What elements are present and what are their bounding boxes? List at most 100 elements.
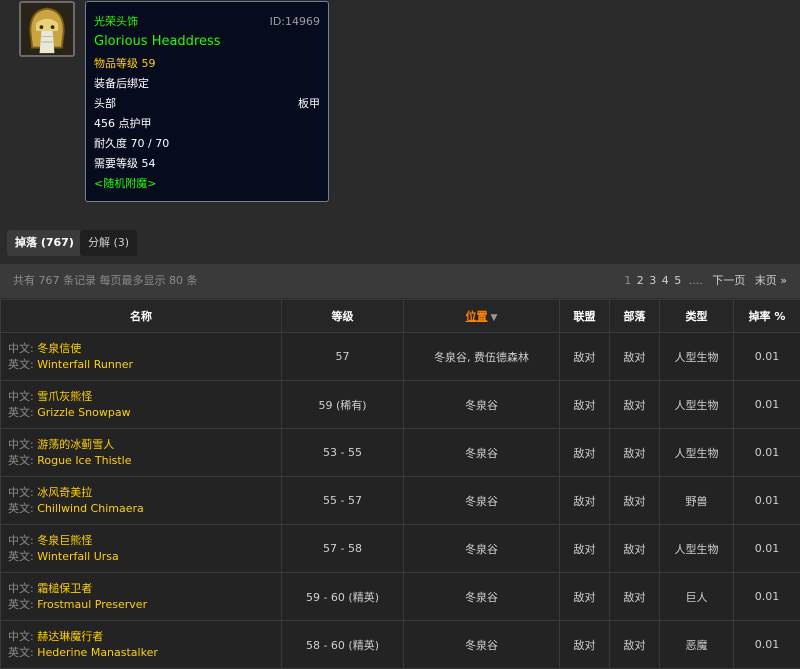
drop-rate: 0.01 (734, 381, 800, 429)
npc-type: 人型生物 (660, 525, 734, 573)
col-drop-rate-header[interactable]: 掉率 % (734, 300, 800, 333)
en-label: 英文: (8, 502, 34, 515)
item-level: 物品等级 59 (94, 54, 320, 74)
table-row: 中文: 游荡的冰蓟雪人英文: Rogue Ice Thistle53 - 55冬… (1, 429, 800, 477)
drop-rate: 0.01 (734, 477, 800, 525)
alliance-reaction: 敌对 (560, 525, 610, 573)
cn-label: 中文: (8, 534, 34, 547)
table-row: 中文: 冬泉巨熊怪英文: Winterfall Ursa57 - 58冬泉谷敌对… (1, 525, 800, 573)
table-header-row: 名称 等级 位置▼ 联盟 部落 类型 掉率 % (1, 300, 800, 333)
item-name-en: Glorious Headdress (94, 32, 320, 54)
item-armor: 456 点护甲 (94, 114, 320, 134)
drop-rate: 0.01 (734, 621, 800, 669)
npc-name-cell: 中文: 冬泉信使英文: Winterfall Runner (1, 333, 282, 381)
horde-reaction: 敌对 (610, 525, 660, 573)
en-label: 英文: (8, 598, 34, 611)
page-1[interactable]: 1 (624, 274, 631, 287)
npc-name-en-link[interactable]: Winterfall Runner (37, 358, 133, 371)
col-level-header[interactable]: 等级 (282, 300, 404, 333)
page-3[interactable]: 3 (649, 274, 656, 287)
item-bind: 装备后绑定 (94, 74, 320, 94)
last-page-link[interactable]: 末页 » (755, 274, 787, 287)
results-info-bar: 共有 767 条记录 每页最多显示 80 条 1 2 3 4 5 .... 下一… (0, 264, 800, 298)
en-label: 英文: (8, 646, 34, 659)
npc-level: 53 - 55 (282, 429, 404, 477)
cn-label: 中文: (8, 438, 34, 451)
tab-disenchant[interactable]: 分解 (3) (80, 230, 137, 256)
npc-name-cn-link[interactable]: 冰风奇美拉 (37, 486, 92, 499)
horde-reaction: 敌对 (610, 573, 660, 621)
npc-location: 冬泉谷 (404, 381, 560, 429)
drop-rate: 0.01 (734, 429, 800, 477)
npc-name-en-link[interactable]: Chillwind Chimaera (37, 502, 144, 515)
npc-name-en-link[interactable]: Frostmaul Preserver (37, 598, 147, 611)
npc-level: 59 - 60 (精英) (282, 573, 404, 621)
table-row: 中文: 霜槌保卫者英文: Frostmaul Preserver59 - 60 … (1, 573, 800, 621)
npc-location: 冬泉谷 (404, 573, 560, 621)
cn-label: 中文: (8, 342, 34, 355)
alliance-reaction: 敌对 (560, 429, 610, 477)
drops-table: 名称 等级 位置▼ 联盟 部落 类型 掉率 % 中文: 冬泉信使英文: Wint… (0, 299, 800, 669)
item-tooltip: 光荣头饰 ID:14969 Glorious Headdress 物品等级 59… (85, 1, 329, 202)
tab-drops[interactable]: 掉落 (767) (7, 230, 82, 256)
helmet-icon[interactable] (19, 1, 75, 57)
npc-name-cn-link[interactable]: 冬泉巨熊怪 (37, 534, 92, 547)
pagination-ellipsis: .... (689, 274, 703, 287)
item-durability: 耐久度 70 / 70 (94, 134, 320, 154)
npc-name-cn-link[interactable]: 霜槌保卫者 (37, 582, 92, 595)
drop-rate: 0.01 (734, 333, 800, 381)
npc-name-cell: 中文: 赫达琳魔行者英文: Hederine Manastalker (1, 621, 282, 669)
item-armor-type: 板甲 (298, 94, 320, 114)
results-summary: 共有 767 条记录 每页最多显示 80 条 (13, 264, 197, 298)
alliance-reaction: 敌对 (560, 381, 610, 429)
en-label: 英文: (8, 358, 34, 371)
table-row: 中文: 赫达琳魔行者英文: Hederine Manastalker58 - 6… (1, 621, 800, 669)
table-row: 中文: 雪爪灰熊怪英文: Grizzle Snowpaw59 (稀有)冬泉谷敌对… (1, 381, 800, 429)
npc-name-cn-link[interactable]: 游荡的冰蓟雪人 (37, 438, 114, 451)
npc-type: 恶魔 (660, 621, 734, 669)
npc-level: 57 - 58 (282, 525, 404, 573)
npc-location: 冬泉谷 (404, 477, 560, 525)
horde-reaction: 敌对 (610, 429, 660, 477)
npc-name-en-link[interactable]: Rogue Ice Thistle (37, 454, 131, 467)
page-4[interactable]: 4 (662, 274, 669, 287)
col-alliance-header[interactable]: 联盟 (560, 300, 610, 333)
horde-reaction: 敌对 (610, 621, 660, 669)
cn-label: 中文: (8, 486, 34, 499)
npc-name-cn-link[interactable]: 赫达琳魔行者 (37, 630, 103, 643)
npc-name-cn-link[interactable]: 雪爪灰熊怪 (37, 390, 92, 403)
table-row: 中文: 冬泉信使英文: Winterfall Runner57冬泉谷, 费伍德森… (1, 333, 800, 381)
npc-name-cell: 中文: 冰风奇美拉英文: Chillwind Chimaera (1, 477, 282, 525)
npc-level: 59 (稀有) (282, 381, 404, 429)
npc-type: 野兽 (660, 477, 734, 525)
col-name-header[interactable]: 名称 (1, 300, 282, 333)
npc-type: 人型生物 (660, 429, 734, 477)
npc-name-en-link[interactable]: Grizzle Snowpaw (37, 406, 130, 419)
npc-name-cell: 中文: 游荡的冰蓟雪人英文: Rogue Ice Thistle (1, 429, 282, 477)
npc-name-en-link[interactable]: Hederine Manastalker (37, 646, 158, 659)
npc-name-en-link[interactable]: Winterfall Ursa (37, 550, 119, 563)
sort-location-link[interactable]: 位置 (466, 310, 488, 323)
npc-name-cn-link[interactable]: 冬泉信使 (37, 342, 81, 355)
page-2[interactable]: 2 (637, 274, 644, 287)
col-horde-header[interactable]: 部落 (610, 300, 660, 333)
drop-rate: 0.01 (734, 573, 800, 621)
next-page-link[interactable]: 下一页 (712, 274, 745, 287)
cn-label: 中文: (8, 630, 34, 643)
npc-location: 冬泉谷, 费伍德森林 (404, 333, 560, 381)
horde-reaction: 敌对 (610, 477, 660, 525)
page-5[interactable]: 5 (674, 274, 681, 287)
item-required-level: 需要等级 54 (94, 154, 320, 174)
en-label: 英文: (8, 406, 34, 419)
npc-location: 冬泉谷 (404, 525, 560, 573)
item-name-cn: 光荣头饰 (94, 15, 138, 28)
npc-type: 巨人 (660, 573, 734, 621)
npc-location: 冬泉谷 (404, 621, 560, 669)
en-label: 英文: (8, 454, 34, 467)
col-type-header[interactable]: 类型 (660, 300, 734, 333)
alliance-reaction: 敌对 (560, 621, 610, 669)
chevron-down-icon: ▼ (491, 313, 498, 323)
pagination: 1 2 3 4 5 .... 下一页 末页 » (622, 264, 787, 298)
npc-name-cell: 中文: 霜槌保卫者英文: Frostmaul Preserver (1, 573, 282, 621)
col-location-header[interactable]: 位置▼ (404, 300, 560, 333)
